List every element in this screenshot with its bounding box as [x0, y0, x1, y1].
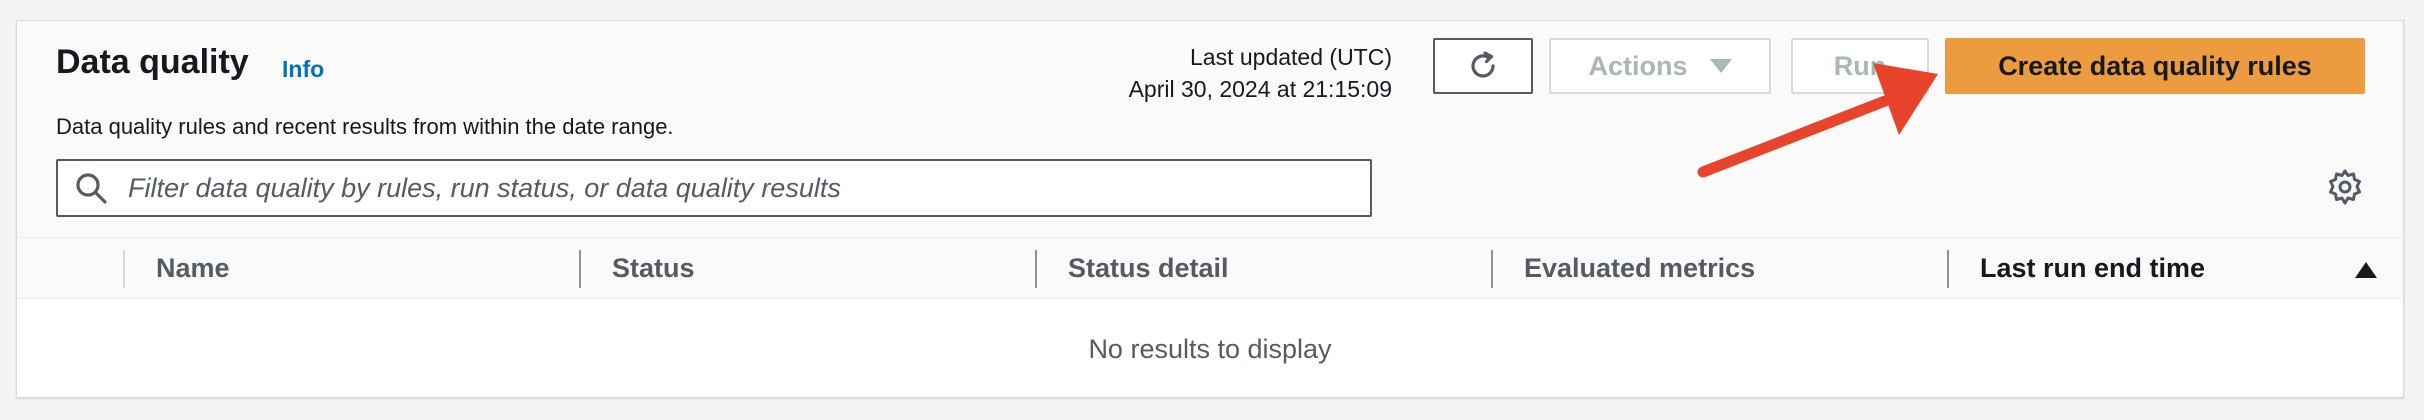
last-updated: Last updated (UTC) April 30, 2024 at 21:… — [1129, 41, 1392, 105]
refresh-button[interactable] — [1433, 38, 1533, 94]
refresh-icon — [1471, 51, 1495, 78]
page-title: Data quality — [56, 43, 249, 81]
create-data-quality-rules-button[interactable]: Create data quality rules — [1945, 38, 2365, 94]
search-input[interactable] — [128, 161, 1370, 215]
sort-ascending-icon[interactable] — [2355, 262, 2377, 278]
column-resizer[interactable] — [1947, 250, 1949, 288]
caret-down-icon — [1709, 59, 1732, 73]
section-description: Data quality rules and recent results fr… — [56, 114, 674, 139]
table-header-row: Name Status Status detail Evaluated metr… — [17, 237, 2403, 299]
column-header-name[interactable]: Name — [156, 238, 230, 298]
column-header-evaluated-metrics[interactable]: Evaluated metrics — [1524, 238, 1755, 298]
search-icon — [76, 173, 107, 204]
panel-header: Data quality Info Data quality rules and… — [17, 21, 2403, 237]
info-link[interactable]: Info — [282, 56, 324, 83]
run-button[interactable]: Run — [1791, 38, 1929, 94]
column-resizer[interactable] — [1491, 250, 1493, 288]
search-box[interactable] — [56, 159, 1372, 217]
actions-button-label: Actions — [1588, 50, 1688, 81]
table-empty-state: No results to display — [1088, 333, 1332, 364]
column-header-status[interactable]: Status — [612, 238, 695, 298]
last-updated-value: April 30, 2024 at 21:15:09 — [1128, 76, 1392, 102]
gear-icon[interactable] — [2323, 165, 2367, 209]
column-divider — [123, 250, 125, 288]
column-resizer[interactable] — [579, 250, 581, 288]
last-updated-label: Last updated (UTC) — [1190, 44, 1392, 70]
data-quality-panel: Data quality Info Data quality rules and… — [16, 20, 2404, 398]
actions-dropdown-button[interactable]: Actions — [1549, 38, 1771, 94]
column-header-last-run-end-time[interactable]: Last run end time — [1980, 238, 2205, 298]
column-resizer[interactable] — [1035, 250, 1037, 288]
column-header-status-detail[interactable]: Status detail — [1068, 238, 1229, 298]
